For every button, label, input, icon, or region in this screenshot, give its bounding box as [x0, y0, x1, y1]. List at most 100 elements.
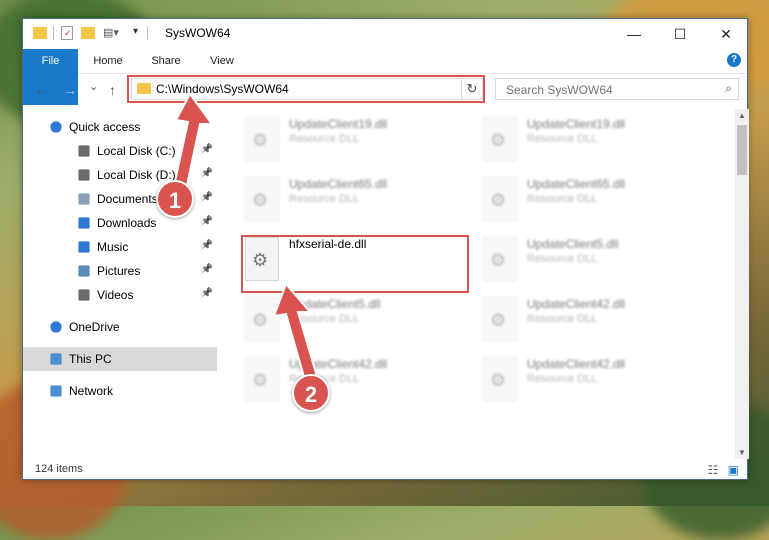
tab-home[interactable]: Home [85, 49, 131, 73]
scroll-down-icon[interactable]: ▼ [735, 448, 749, 457]
tab-share[interactable]: Share [141, 49, 191, 73]
quick-access-toolbar: ✓ ▤▾ ▾ [31, 26, 159, 42]
gear-icon: ⚙ [252, 130, 269, 150]
sidebar-item-network[interactable]: Network [23, 379, 217, 403]
sidebar-item-onedrive[interactable]: OneDrive [23, 315, 217, 339]
scrollbar-thumb[interactable] [737, 125, 747, 175]
sidebar-item-label: Videos [97, 288, 134, 302]
search-input[interactable] [504, 82, 708, 98]
navigation-bar: ← → ⌄ ↑ C:\Windows\SysWOW64 ⌄ ↻ ⌕ [23, 73, 747, 107]
new-folder-icon[interactable] [81, 27, 95, 39]
file-type: Resource DLL [527, 193, 598, 205]
toolbar-dropdown-icon[interactable]: ▾ [133, 26, 138, 37]
gear-icon: ⚙ [490, 130, 507, 150]
callout-badge-1: 1 [156, 180, 194, 218]
gear-icon: ⚙ [252, 190, 269, 210]
gear-icon: ⚙ [490, 370, 507, 390]
gear-icon: ⚙ [490, 250, 507, 270]
details-view-icon[interactable]: ☷ [708, 463, 719, 477]
window-title: SysWOW64 [165, 26, 231, 40]
sidebar-item-videos[interactable]: Videos 📌 [23, 283, 217, 307]
pin-icon[interactable]: 📌 [201, 288, 213, 299]
sidebar-item-label: Documents [97, 192, 158, 206]
view-toggle: ☷ ▣ [708, 463, 739, 477]
sidebar-item-this-pc[interactable]: This PC [23, 347, 217, 371]
file-item[interactable]: ⚙ UpdateClient65.dll Resource DLL [239, 171, 469, 227]
pin-icon[interactable]: 📌 [201, 144, 213, 155]
file-name: UpdateClient19.dll [289, 117, 388, 131]
sidebar-item-label: Local Disk (D:) [97, 168, 176, 182]
file-type: Resource DLL [289, 193, 360, 205]
gear-icon: ⚙ [252, 370, 269, 390]
recent-locations-button[interactable]: ⌄ [89, 80, 98, 93]
file-type: Resource DLL [527, 253, 598, 265]
file-type: Resource DLL [527, 133, 598, 145]
file-highlight-box [241, 235, 469, 293]
file-name: UpdateClient42.dll [289, 357, 388, 371]
pin-icon[interactable]: 📌 [201, 264, 213, 275]
file-name: UpdateClient5.dll [527, 237, 619, 251]
file-item[interactable]: ⚙ UpdateClient5.dll Resource DLL [239, 291, 469, 347]
dll-file-icon: ⚙ [483, 297, 517, 341]
toolbar-divider [53, 26, 54, 40]
sidebar-item-downloads[interactable]: Downloads 📌 [23, 211, 217, 235]
toolbar-divider [147, 26, 148, 40]
pin-icon[interactable]: 📌 [201, 168, 213, 179]
sidebar-item-quick-access[interactable]: Quick access [23, 115, 217, 139]
search-icon[interactable]: ⌕ [725, 81, 732, 96]
sidebar-item-label: Downloads [97, 216, 157, 230]
gear-icon: ⚙ [490, 190, 507, 210]
sidebar-item-pictures[interactable]: Pictures 📌 [23, 259, 217, 283]
file-item[interactable]: ⚙ UpdateClient65.dll Resource DLL [477, 171, 707, 227]
pin-icon[interactable]: 📌 [201, 192, 213, 203]
drive-icon [78, 169, 90, 181]
customize-toolbar-icon[interactable]: ▤▾ [103, 26, 119, 39]
file-item[interactable]: ⚙ UpdateClient5.dll Resource DLL [477, 231, 707, 287]
sidebar-item-local-disk-c[interactable]: Local Disk (C:) 📌 [23, 139, 217, 163]
folder-icon[interactable] [33, 27, 47, 39]
star-icon [50, 121, 62, 133]
maximize-button[interactable]: ☐ [657, 19, 703, 49]
ribbon: File Home Share View ? [23, 49, 747, 105]
gear-icon: ⚙ [252, 310, 269, 330]
file-name: UpdateClient19.dll [527, 117, 626, 131]
large-icons-view-icon[interactable]: ▣ [728, 463, 739, 477]
download-icon [78, 217, 90, 229]
file-item[interactable]: ⚙UpdateClient42.dllResource DLL [477, 291, 707, 347]
sidebar-item-label: Pictures [97, 264, 141, 278]
close-button[interactable]: ✕ [703, 19, 749, 49]
scroll-up-icon[interactable]: ▲ [735, 111, 749, 120]
pin-icon[interactable]: 📌 [201, 216, 213, 227]
search-box[interactable]: ⌕ [495, 78, 739, 100]
dll-file-icon: ⚙ [483, 117, 517, 161]
pin-icon[interactable]: 📌 [201, 240, 213, 251]
forward-button[interactable]: → [63, 82, 77, 98]
sidebar-item-label: Music [97, 240, 129, 254]
sidebar-item-label: Local Disk (C:) [97, 144, 176, 158]
address-highlight-box [127, 75, 485, 103]
pictures-icon [78, 265, 90, 277]
help-icon[interactable]: ? [727, 53, 741, 67]
dll-file-icon: ⚙ [245, 357, 279, 401]
up-button[interactable]: ↑ [109, 82, 116, 98]
file-type: Resource DLL [527, 313, 598, 325]
vertical-scrollbar[interactable]: ▲ ▼ [735, 109, 749, 459]
tab-view[interactable]: View [199, 49, 245, 73]
dll-file-icon: ⚙ [483, 357, 517, 401]
sidebar-item-music[interactable]: Music 📌 [23, 235, 217, 259]
dll-file-icon: ⚙ [245, 177, 279, 221]
file-item[interactable]: ⚙UpdateClient42.dllResource DLL [239, 351, 469, 407]
file-item[interactable]: ⚙ UpdateClient19.dll Resource DLL [477, 111, 707, 167]
sidebar-item-local-disk-d[interactable]: Local Disk (D:) 📌 [23, 163, 217, 187]
back-button[interactable]: ← [35, 82, 49, 98]
cloud-icon [50, 321, 62, 333]
file-item[interactable]: ⚙ UpdateClient19.dll Resource DLL [239, 111, 469, 167]
minimize-button[interactable]: — [611, 19, 657, 49]
file-item[interactable]: ⚙UpdateClient42.dllResource DLL [477, 351, 707, 407]
drive-icon [78, 145, 90, 157]
file-type: Resource DLL [527, 373, 598, 385]
file-type: Resource DLL [289, 313, 360, 325]
computer-icon [50, 353, 62, 365]
properties-icon[interactable]: ✓ [61, 26, 73, 40]
file-name: UpdateClient5.dll [289, 297, 381, 311]
